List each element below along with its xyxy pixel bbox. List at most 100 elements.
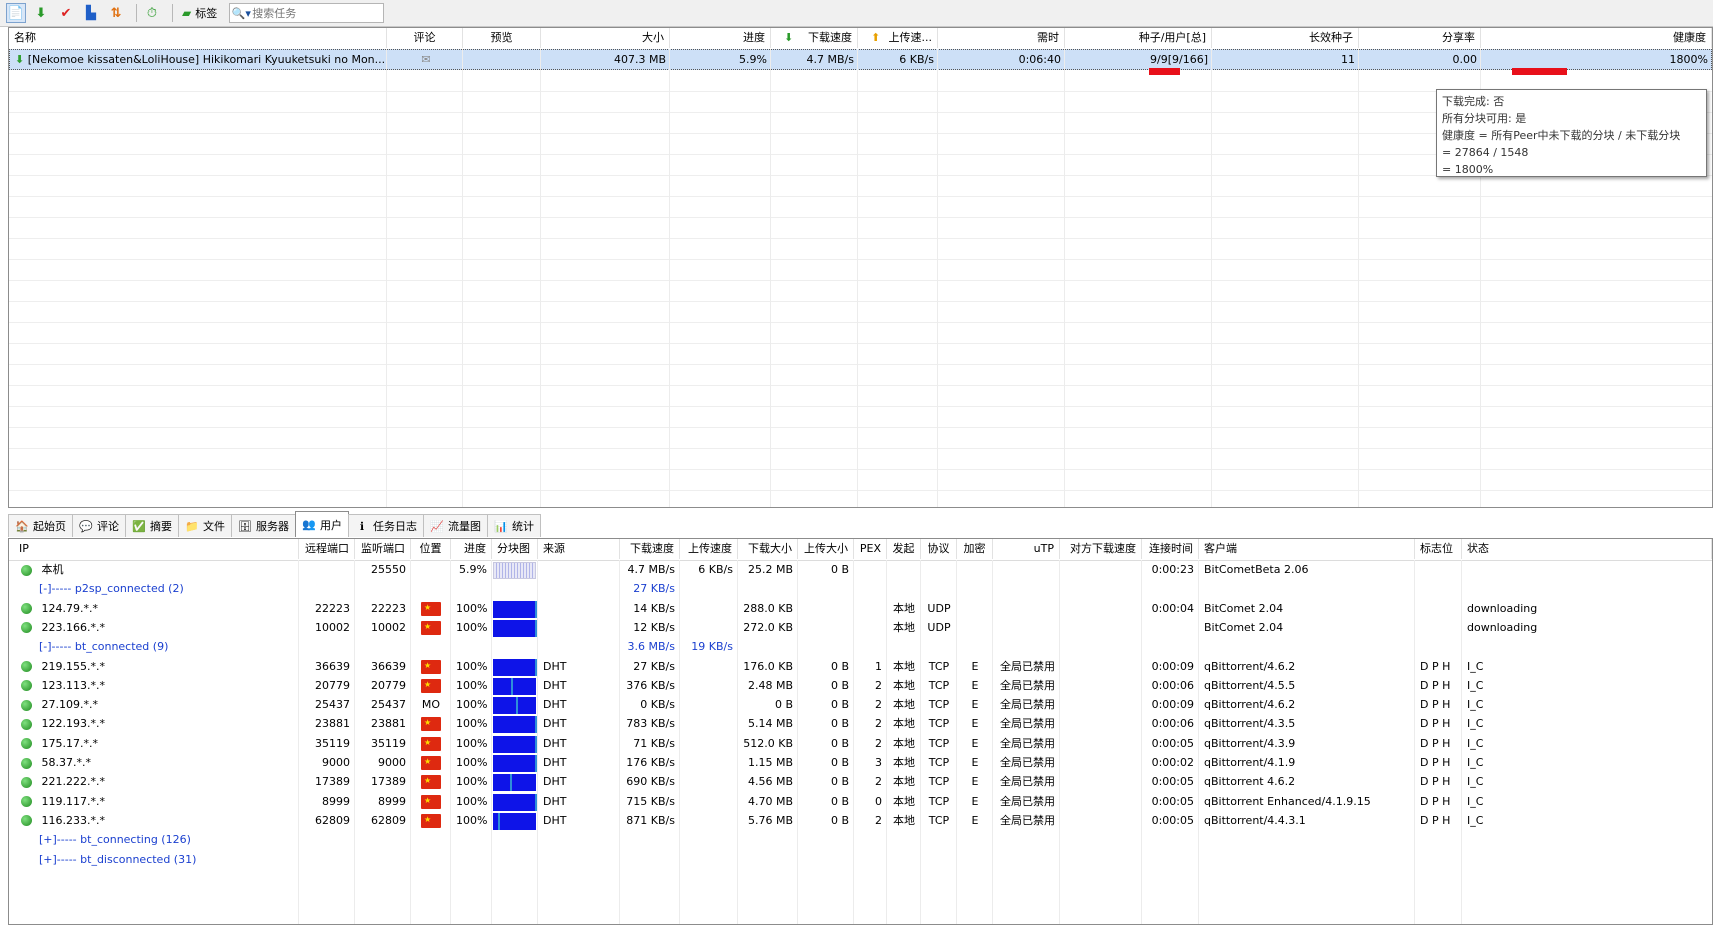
peer-column-header[interactable]: 发起 (887, 539, 921, 559)
peer-source: DHT (543, 775, 567, 789)
peer-enc: E (971, 736, 979, 750)
group-label[interactable]: [+]----- bt_disconnected (31) (9, 850, 299, 869)
peer-row[interactable]: 223.166.*.* 10002 10002 ★ 100% 12 KB/s 272.0 K… (9, 618, 1712, 637)
connected-status-icon (21, 815, 32, 827)
peer-column-header[interactable]: 协议 (921, 539, 957, 559)
peer-row[interactable]: 122.193.*.* 23881 23881 ★ 100% DHT 783 KB/s 5.1… (9, 714, 1712, 734)
peer-row[interactable]: 219.155.*.* 36639 36639 ★ 100% DHT 27 KB/s 176.… (9, 657, 1712, 676)
peer-column-header[interactable]: 监听端口 (355, 539, 411, 559)
group-label[interactable]: [+]----- bt_connecting (126) (9, 830, 299, 849)
peer-row[interactable]: 175.17.*.* 35119 35119 ★ 100% DHT 71 KB/s 512.0… (9, 734, 1712, 753)
location-cell: ★ (411, 618, 451, 637)
task-column-header[interactable]: 评论 (387, 28, 463, 48)
peer-up (680, 599, 738, 618)
peer-column-header[interactable]: 标志位 (1415, 539, 1462, 559)
peer-column-header[interactable]: 分块图 (492, 539, 538, 559)
task-column-header[interactable]: 健康度 (1481, 28, 1712, 48)
peer-source: DHT (543, 659, 567, 673)
move-up-down-icon[interactable]: ⇅ (106, 3, 126, 23)
peer-row[interactable]: 123.113.*.* 20779 20779 ★ 100% DHT 376 KB/s 2.4… (9, 676, 1712, 695)
peer-status: I_C (1467, 794, 1484, 808)
grid-line (1141, 560, 1142, 924)
peer-column-header[interactable]: 进度 (451, 539, 492, 559)
peer-row[interactable]: 本机 25550 5.9% 4.7 MB/s 6 KB/s 25.2 MB 0 B 0:00:… (9, 560, 1712, 579)
tab-summary[interactable]: ✅ 摘要 (125, 514, 179, 537)
search-box[interactable]: 🔍▾ (229, 3, 385, 23)
tab-log[interactable]: ℹ 任务日志 (348, 514, 424, 537)
task-column-header[interactable]: 名称 (9, 28, 387, 48)
peer-group-row[interactable]: [+]----- bt_disconnected (31) (9, 850, 1712, 869)
peer-column-header[interactable]: 上传速度 (680, 539, 738, 559)
peer-row[interactable]: 116.233.*.* 62809 62809 ★ 100% DHT 871 KB/s 5.7… (9, 811, 1712, 830)
task-row[interactable]: ⬇ [Nekomoe kissaten&LoliHouse] Hikikomar… (9, 49, 1712, 70)
peer-group-row[interactable]: [-]----- p2sp_connected (2) 27 KB/s (9, 579, 1712, 598)
group-label[interactable]: [-]----- bt_connected (9) (9, 637, 299, 656)
peer-row[interactable]: 221.222.*.* 17389 17389 ★ 100% DHT 690 KB/s 4.5… (9, 772, 1712, 792)
peer-row[interactable]: 27.109.*.* 25437 25437 MO 100% DHT 0 KB/s 0 B 0 … (9, 695, 1712, 715)
china-flag-icon: ★ (421, 736, 441, 751)
grid-line (770, 49, 771, 507)
new-task-icon[interactable]: 📄 (6, 3, 26, 23)
task-column-header[interactable]: 进度 (670, 28, 771, 48)
task-column-header[interactable]: 分享率 (1359, 28, 1481, 48)
peer-ip-cell: 27.109.*.* (9, 695, 299, 714)
peer-column-header[interactable]: 位置 (411, 539, 451, 559)
peer-column-header[interactable]: 对方下载速度 (1060, 539, 1142, 559)
peer-flags: D P H (1420, 756, 1451, 769)
task-column-header[interactable]: ⬇ 下载速度 (771, 28, 858, 48)
task-column-header[interactable]: ⬆ 上传速... (858, 28, 938, 48)
peer-client: qBittorrent/4.5.5 (1204, 678, 1296, 692)
peer-column-header[interactable]: 远程端口 (299, 539, 355, 559)
tab-stats[interactable]: 📊 统计 (487, 514, 541, 537)
peer-enc (957, 560, 993, 579)
peer-ip-cell: 本机 (9, 560, 299, 579)
timer-icon[interactable]: ⏱ (142, 3, 162, 23)
task-column-header[interactable]: 大小 (541, 28, 670, 48)
checkmark-icon[interactable]: ✔ (56, 3, 76, 23)
tab-file[interactable]: 📁 文件 (178, 514, 232, 537)
peer-column-header[interactable]: 下载大小 (738, 539, 798, 559)
tab-comment[interactable]: 💬 评论 (72, 514, 126, 537)
peer-pex: 3 (875, 756, 882, 769)
tab-users[interactable]: 👥 用户 (295, 511, 349, 537)
comment-icon[interactable]: ✉ (388, 50, 464, 69)
peer-row[interactable]: 124.79.*.* 22223 22223 ★ 100% 14 KB/s 288.0 KB… (9, 599, 1712, 618)
peer-group-row[interactable]: [-]----- bt_connected (9) 3.6 MB/s 19 KB/s (9, 637, 1712, 656)
task-column-header[interactable]: 长效种子 (1212, 28, 1359, 48)
peer-row[interactable]: 58.37.*.* 9000 9000 ★ 100% DHT 176 KB/s 1.15 MB… (9, 753, 1712, 772)
peer-init: 本地 (893, 794, 915, 808)
peer-usize (798, 599, 854, 618)
peer-row[interactable]: 119.117.*.* 8999 8999 ★ 100% DHT 715 KB/s 4.70 … (9, 792, 1712, 811)
tab-server[interactable]: 🗄 服务器 (231, 514, 296, 537)
remote-port: 23881 (315, 717, 350, 731)
peer-column-header[interactable]: PEX (854, 539, 887, 559)
peer-group-row[interactable]: [+]----- bt_connecting (126) (9, 830, 1712, 849)
peer-column-header[interactable]: 状态 (1462, 539, 1712, 559)
tab-traffic-chart[interactable]: 📈 流量图 (423, 514, 488, 537)
task-column-header[interactable]: 需时 (938, 28, 1065, 48)
peer-down: 12 KB/s (633, 620, 675, 634)
task-column-header[interactable]: 种子/用户[总] (1065, 28, 1212, 48)
peer-ip-cell: 58.37.*.* (9, 753, 299, 772)
peer-init: 本地 (893, 756, 915, 769)
peer-down: 715 KB/s (626, 794, 675, 808)
start-download-icon[interactable]: ⬇ (31, 3, 51, 23)
peer-up (680, 792, 738, 811)
peer-column-header[interactable]: 来源 (538, 539, 620, 559)
peer-column-header[interactable]: 下载速度 (620, 539, 680, 559)
peer-column-header[interactable]: IP (9, 539, 299, 559)
peer-client: qBittorrent/4.3.9 (1204, 736, 1296, 750)
tab-home[interactable]: 🏠 起始页 (8, 514, 73, 537)
group-label[interactable]: [-]----- p2sp_connected (2) (9, 579, 299, 598)
peer-column-header[interactable]: 上传大小 (798, 539, 854, 559)
peer-column-header[interactable]: 加密 (957, 539, 993, 559)
task-column-header[interactable]: 预览 (463, 28, 541, 48)
search-input[interactable] (252, 6, 378, 20)
label-button[interactable]: ▰ 标签 (178, 3, 221, 23)
stop-icon[interactable]: ▙ (81, 3, 101, 23)
search-icon[interactable]: 🔍▾ (230, 7, 252, 20)
peer-column-header[interactable]: 客户端 (1199, 539, 1415, 559)
grid-line (410, 560, 411, 924)
peer-column-header[interactable]: 连接时间 (1142, 539, 1199, 559)
peer-column-header[interactable]: uTP (993, 539, 1060, 559)
